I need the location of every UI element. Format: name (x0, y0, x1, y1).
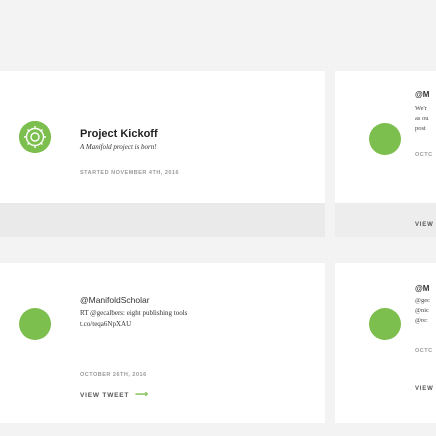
tweet-handle: @ManifoldScholar (80, 295, 150, 305)
twitter-avatar-icon (369, 123, 401, 155)
view-tweet-link[interactable]: VIEW TWEET ⟶ (80, 389, 148, 400)
project-kickoff-card[interactable]: Project Kickoff A Manifold project is bo… (0, 71, 325, 203)
twitter-avatar-icon (19, 308, 51, 340)
view-tweet-link[interactable]: VIEW (415, 222, 434, 228)
side-card-line: @gec (415, 297, 431, 304)
side-card-line: @re: (415, 317, 428, 324)
side-card-line: We'r (415, 105, 427, 112)
side-card-line: post (415, 125, 426, 132)
side-card-date: OCTC (415, 348, 433, 354)
side-card-handle: @M (415, 284, 430, 293)
card-subtitle: A Manifold project is born! (80, 143, 157, 151)
side-card-line: as ou (415, 115, 429, 122)
tweet-text-line: RT @gecalbers: eight publishing tools (80, 309, 188, 317)
tweet-text-line: t.co/teqa6NpXAU (80, 320, 132, 328)
side-card-date: OCTC (415, 152, 433, 158)
tweet-date: OCTOBER 26TH, 2016 (80, 372, 147, 378)
arrow-right-icon: ⟶ (135, 389, 149, 399)
side-card-line: @nic (415, 307, 429, 314)
view-tweet-label: VIEW TWEET (80, 392, 130, 399)
twitter-avatar-icon (369, 308, 401, 340)
card-title: Project Kickoff (80, 128, 158, 140)
manifold-logo-icon (19, 121, 51, 153)
side-card-footer: VIEW (335, 203, 436, 237)
side-card-handle: @M (415, 90, 430, 99)
view-tweet-link[interactable]: VIEW (415, 386, 434, 392)
side-card[interactable]: @M @gec @nic @re: OCTC VIEW (335, 263, 436, 423)
card-date: STARTED NOVEMBER 4TH, 2016 (80, 170, 180, 176)
tweet-card[interactable]: @ManifoldScholar RT @gecalbers: eight pu… (0, 263, 325, 423)
card-footer (0, 203, 325, 237)
